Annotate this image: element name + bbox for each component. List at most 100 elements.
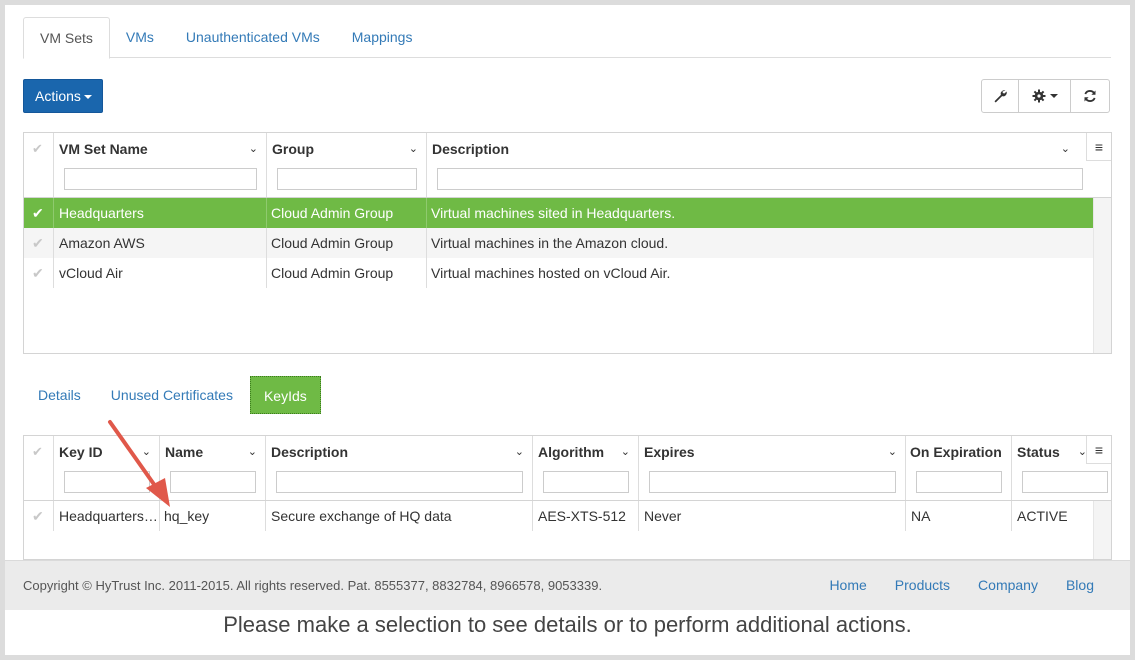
footer-link-blog[interactable]: Blog <box>1066 577 1094 593</box>
column-header-vm-set-name[interactable]: VM Set Name ⌄ <box>54 133 267 197</box>
key-id-filter-input[interactable] <box>64 471 150 493</box>
table-row[interactable]: ✔ Amazon AWS Cloud Admin Group Virtual m… <box>24 228 1093 258</box>
column-label: Status <box>1017 444 1060 460</box>
table-row[interactable]: ✔ vCloud Air Cloud Admin Group Virtual m… <box>24 258 1093 288</box>
wrench-icon <box>994 90 1007 103</box>
tab-details[interactable]: Details <box>23 376 96 414</box>
footer: Copyright © HyTrust Inc. 2011-2015. All … <box>5 560 1130 610</box>
cell-vm-set-name: Amazon AWS <box>54 228 267 258</box>
grid-toolbar <box>981 79 1110 113</box>
column-header-algorithm[interactable]: Algorithm ⌄ <box>533 436 639 500</box>
check-icon: ✔ <box>32 141 43 156</box>
select-all-header[interactable]: ✔ <box>24 133 54 197</box>
expires-filter-input[interactable] <box>649 471 896 493</box>
cell-group: Cloud Admin Group <box>267 198 427 228</box>
column-label: Expires <box>644 444 695 460</box>
column-header-description[interactable]: Description ⌄ <box>427 133 1093 197</box>
cell-description: Virtual machines in the Amazon cloud. <box>431 235 669 251</box>
keyids-grid: ✔ Key ID ⌄ Name ⌄ Description ⌄ Algorith… <box>23 435 1112 560</box>
refresh-icon <box>1084 90 1096 102</box>
tab-mappings[interactable]: Mappings <box>336 17 429 58</box>
refresh-button[interactable] <box>1070 79 1110 113</box>
vm-sets-grid-header: ✔ VM Set Name ⌄ Group ⌄ Description ⌄ ≡ <box>24 133 1111 198</box>
vm-set-name-filter-input[interactable] <box>64 168 257 190</box>
check-icon: ✔ <box>32 265 44 281</box>
description-filter-input[interactable] <box>276 471 523 493</box>
tab-unused-certificates[interactable]: Unused Certificates <box>96 376 248 414</box>
cell-expires: Never <box>639 501 906 531</box>
tools-button[interactable] <box>981 79 1019 113</box>
actions-button[interactable]: Actions <box>23 79 103 113</box>
chevron-down-icon[interactable]: ⌄ <box>621 445 630 458</box>
cell-key-id: Headquarters… <box>54 501 160 531</box>
check-icon: ✔ <box>32 508 44 524</box>
column-label: VM Set Name <box>59 141 148 157</box>
column-header-on-expiration[interactable]: On Expiration <box>906 436 1012 500</box>
group-filter-input[interactable] <box>277 168 417 190</box>
vertical-scrollbar[interactable] <box>1093 501 1111 559</box>
cell-vm-set-name: vCloud Air <box>54 258 267 288</box>
check-icon: ✔ <box>32 235 44 251</box>
status-message: Please make a selection to see details o… <box>223 612 912 637</box>
actions-button-label: Actions <box>35 88 81 104</box>
cell-algorithm: AES-XTS-512 <box>533 501 639 531</box>
chevron-down-icon[interactable]: ⌄ <box>1061 142 1070 155</box>
status-filter-input[interactable] <box>1022 471 1108 493</box>
cell-status: ACTIVE <box>1017 508 1068 524</box>
description-filter-input[interactable] <box>437 168 1083 190</box>
column-label: Description <box>271 444 349 460</box>
tab-keyids[interactable]: KeyIds <box>249 376 321 414</box>
column-label: Description <box>432 141 510 157</box>
cell-description: Secure exchange of HQ data <box>266 501 533 531</box>
name-filter-input[interactable] <box>170 471 256 493</box>
cell-group: Cloud Admin Group <box>267 228 427 258</box>
vertical-scrollbar[interactable] <box>1093 198 1111 353</box>
cell-group: Cloud Admin Group <box>267 258 427 288</box>
grid-menu-button[interactable]: ≡ <box>1086 436 1111 464</box>
column-header-expires[interactable]: Expires ⌄ <box>639 436 906 500</box>
tab-unauthenticated-vms[interactable]: Unauthenticated VMs <box>170 17 336 58</box>
table-row[interactable]: ✔ Headquarters Cloud Admin Group Virtual… <box>24 198 1093 228</box>
row-checkbox[interactable]: ✔ <box>24 501 54 531</box>
column-header-group[interactable]: Group ⌄ <box>267 133 427 197</box>
settings-dropdown-button[interactable] <box>1018 79 1071 113</box>
table-row[interactable]: ✔ Headquarters… hq_key Secure exchange o… <box>24 501 1093 531</box>
caret-down-icon <box>1049 94 1058 98</box>
row-checkbox[interactable]: ✔ <box>24 198 54 228</box>
chevron-down-icon[interactable]: ⌄ <box>142 445 151 458</box>
column-header-description[interactable]: Description ⌄ <box>266 436 533 500</box>
cell-description: Virtual machines sited in Headquarters. <box>431 205 676 221</box>
cell-on-expiration: NA <box>906 501 1012 531</box>
chevron-down-icon[interactable]: ⌄ <box>249 142 258 155</box>
copyright-text: Copyright © HyTrust Inc. 2011-2015. All … <box>23 578 603 593</box>
on-expiration-filter-input[interactable] <box>916 471 1002 493</box>
column-header-key-id[interactable]: Key ID ⌄ <box>54 436 160 500</box>
algorithm-filter-input[interactable] <box>543 471 629 493</box>
menu-icon: ≡ <box>1094 138 1104 155</box>
footer-links: Home Products Company Blog <box>801 577 1094 593</box>
caret-down-icon <box>83 95 92 100</box>
chevron-down-icon[interactable]: ⌄ <box>888 445 897 458</box>
grid-menu-button[interactable]: ≡ <box>1086 133 1111 161</box>
row-checkbox[interactable]: ✔ <box>24 258 54 288</box>
chevron-down-icon[interactable]: ⌄ <box>248 445 257 458</box>
footer-link-company[interactable]: Company <box>978 577 1038 593</box>
chevron-down-icon[interactable]: ⌄ <box>409 142 418 155</box>
detail-tabs: Details Unused Certificates KeyIds <box>23 376 321 414</box>
footer-link-products[interactable]: Products <box>895 577 950 593</box>
tab-vm-sets[interactable]: VM Sets <box>23 17 110 59</box>
row-checkbox[interactable]: ✔ <box>24 228 54 258</box>
menu-icon: ≡ <box>1094 441 1104 458</box>
column-label: Key ID <box>59 444 103 460</box>
chevron-down-icon[interactable]: ⌄ <box>515 445 524 458</box>
column-label: On Expiration <box>910 444 1002 460</box>
footer-link-home[interactable]: Home <box>829 577 866 593</box>
column-header-name[interactable]: Name ⌄ <box>160 436 266 500</box>
cell-name: hq_key <box>160 501 266 531</box>
check-icon: ✔ <box>32 444 43 459</box>
cell-description: Virtual machines hosted on vCloud Air. <box>431 265 671 281</box>
select-all-header[interactable]: ✔ <box>24 436 54 500</box>
tab-vms[interactable]: VMs <box>110 17 170 58</box>
column-label: Name <box>165 444 204 460</box>
main-tabs: VM Sets VMs Unauthenticated VMs Mappings <box>23 17 1111 59</box>
